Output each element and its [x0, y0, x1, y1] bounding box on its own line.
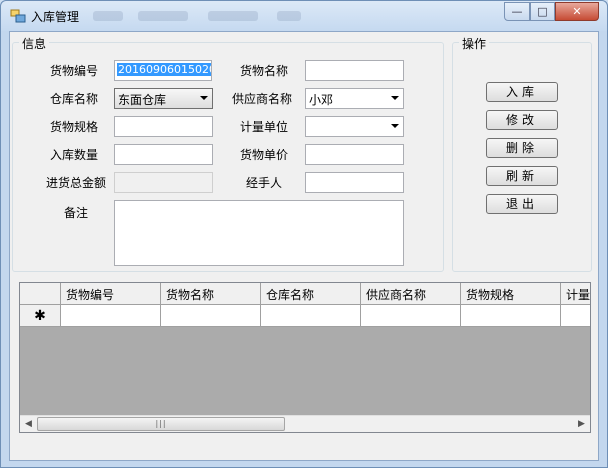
- scroll-thumb[interactable]: |||: [37, 417, 285, 431]
- horizontal-scrollbar[interactable]: ◀ ||| ▶: [20, 415, 590, 432]
- goods-code-field[interactable]: 20160906015020: [114, 60, 212, 81]
- unit-price-label: 货物单价: [239, 148, 288, 162]
- table-row[interactable]: ✱: [20, 305, 590, 327]
- delete-button[interactable]: 删除: [486, 138, 558, 158]
- warehouse-combo[interactable]: 东面仓库: [114, 88, 213, 109]
- total-label: 进货总金额: [45, 176, 106, 190]
- table-cell[interactable]: [361, 305, 461, 326]
- column-header-spec[interactable]: 货物规格: [461, 283, 561, 304]
- chevron-down-icon: [391, 96, 399, 100]
- table-cell[interactable]: [61, 305, 161, 326]
- unit-combo[interactable]: [305, 116, 404, 137]
- total-field: [114, 172, 213, 193]
- handler-field[interactable]: [305, 172, 404, 193]
- maximize-button[interactable]: □: [530, 2, 555, 21]
- scroll-left-icon[interactable]: ◀: [20, 416, 37, 432]
- quantity-field[interactable]: [114, 144, 213, 165]
- table-cell[interactable]: [161, 305, 261, 326]
- modify-button[interactable]: 修改: [486, 110, 558, 130]
- quantity-label: 入库数量: [49, 148, 98, 162]
- new-row-marker[interactable]: ✱: [20, 305, 61, 326]
- spec-label: 货物规格: [49, 120, 98, 134]
- actions-group-title: 操作: [459, 35, 490, 52]
- data-grid[interactable]: 货物编号 货物名称 仓库名称 供应商名称 货物规格 计量单位 ✱ ◀ ||| ▶: [19, 282, 591, 433]
- stock-in-button[interactable]: 入库: [486, 82, 558, 102]
- supplier-label: 供应商名称: [231, 92, 292, 106]
- spec-field[interactable]: [114, 116, 213, 137]
- chevron-down-icon: [200, 96, 208, 100]
- table-cell[interactable]: [261, 305, 361, 326]
- supplier-combo[interactable]: 小邓: [305, 88, 404, 109]
- column-header-unit[interactable]: 计量单位: [561, 283, 590, 304]
- close-button[interactable]: ✕: [555, 2, 599, 21]
- title-blur: [208, 11, 258, 21]
- warehouse-value: 东面仓库: [118, 93, 167, 107]
- app-window: 入库管理 — □ ✕ 信息 货物编号 20160906015020 货物名称 仓…: [0, 0, 608, 468]
- refresh-button[interactable]: 刷新: [486, 166, 558, 186]
- title-blur: [277, 11, 301, 21]
- info-group-title: 信息: [19, 35, 50, 52]
- exit-button[interactable]: 退出: [486, 194, 558, 214]
- minimize-button[interactable]: —: [504, 2, 530, 21]
- handler-label: 经手人: [245, 176, 282, 190]
- window-title: 入库管理: [31, 10, 80, 24]
- remark-label: 备注: [63, 206, 88, 220]
- warehouse-label: 仓库名称: [49, 92, 98, 106]
- chevron-down-icon: [391, 124, 399, 128]
- column-header-supplier[interactable]: 供应商名称: [361, 283, 461, 304]
- goods-code-label: 货物编号: [49, 64, 98, 78]
- remark-textarea[interactable]: [114, 200, 404, 266]
- client-area: 信息 货物编号 20160906015020 货物名称 仓库名称 东面仓库 供应…: [9, 31, 599, 461]
- goods-name-label: 货物名称: [239, 64, 288, 78]
- scroll-right-icon[interactable]: ▶: [573, 416, 590, 432]
- supplier-value: 小邓: [309, 93, 334, 107]
- title-blur: [93, 11, 123, 21]
- column-header-warehouse[interactable]: 仓库名称: [261, 283, 361, 304]
- title-blur: [138, 11, 188, 21]
- unit-price-field[interactable]: [305, 144, 404, 165]
- grid-corner-cell[interactable]: [20, 283, 61, 304]
- table-cell[interactable]: [461, 305, 561, 326]
- unit-label: 计量单位: [239, 120, 288, 134]
- title-bar[interactable]: 入库管理 — □ ✕: [1, 1, 607, 31]
- goods-name-field[interactable]: [305, 60, 404, 81]
- column-header-goods-code[interactable]: 货物编号: [61, 283, 161, 304]
- app-icon: [10, 9, 26, 23]
- goods-code-value: 20160906015020: [117, 63, 211, 76]
- column-header-goods-name[interactable]: 货物名称: [161, 283, 261, 304]
- table-cell[interactable]: [561, 305, 590, 326]
- grid-header: 货物编号 货物名称 仓库名称 供应商名称 货物规格 计量单位: [20, 283, 590, 305]
